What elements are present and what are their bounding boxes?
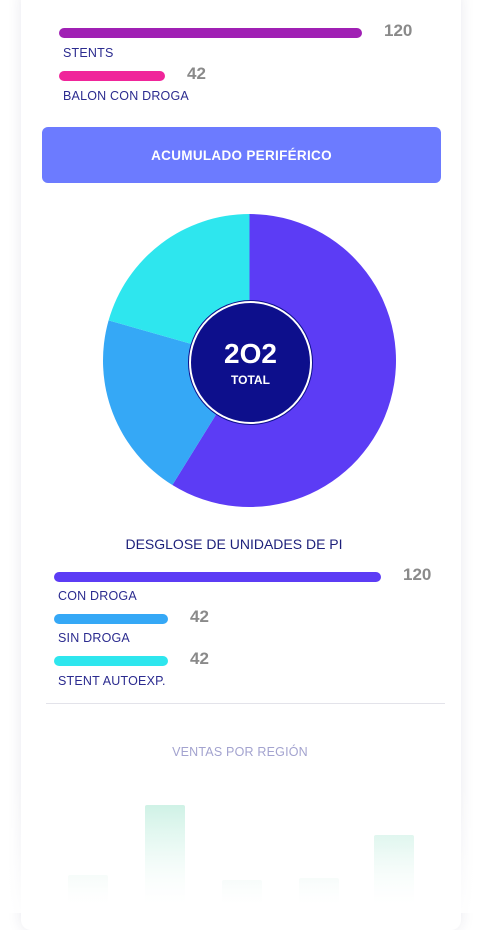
stent-autoexp-label: STENT AUTOEXP.: [58, 674, 166, 688]
stents-value: 120: [384, 21, 413, 40]
region-title: VENTAS POR REGIÓN: [172, 745, 308, 759]
total-label: TOTAL: [231, 372, 270, 387]
con-droga-bar: [54, 572, 381, 582]
sin-droga-label: SIN DROGA: [58, 631, 130, 645]
con-droga-label: CON DROGA: [58, 589, 137, 603]
total-value: 2O2: [224, 337, 277, 369]
con-droga-value: 120: [403, 565, 432, 584]
stent-autoexp-bar: [54, 656, 168, 666]
balon-con-droga-value: 42: [187, 64, 206, 83]
acumulado-periferico-button[interactable]: ACUMULADO PERIFÉRICO: [42, 127, 441, 183]
sin-droga-value: 42: [190, 607, 209, 626]
stent-autoexp-value: 42: [190, 649, 209, 668]
stents-label: STENTS: [63, 46, 114, 60]
sin-droga-bar: [54, 614, 168, 624]
balon-con-droga-label: BALON CON DROGA: [63, 89, 189, 103]
breakdown-title: DESGLOSE DE UNIDADES DE PI: [125, 536, 343, 552]
section-divider: [46, 703, 445, 704]
stents-bar: [59, 28, 362, 38]
fade-overlay: [0, 780, 486, 913]
donut-center-total: 2O2 TOTAL: [189, 301, 312, 424]
balon-con-droga-bar: [59, 71, 165, 81]
